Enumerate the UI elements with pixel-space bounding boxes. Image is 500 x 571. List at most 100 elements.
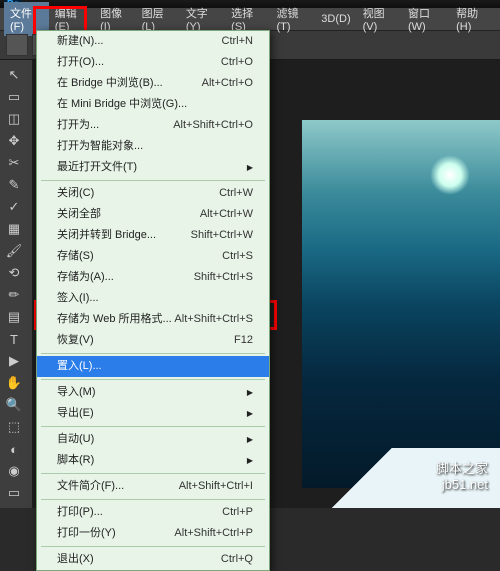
tool-17[interactable]: ◐ [2, 438, 26, 460]
tool-18[interactable]: ◉ [2, 460, 26, 482]
menu-item-shortcut: Ctrl+P [222, 505, 253, 520]
menu-separator [41, 180, 265, 181]
menu-separator [41, 473, 265, 474]
document-image [302, 120, 500, 488]
tools-panel: ↖▭◫✥✂✎✓▦🖌⟲✏▤T▶✋🔍⬚◐◉▭ [0, 60, 32, 508]
menu-item-13[interactable]: 签入(I)... [37, 288, 269, 309]
menu-item-label: 退出(X) [57, 552, 94, 567]
tool-1[interactable]: ▭ [2, 86, 26, 108]
menu-item-shortcut: Alt+Ctrl+O [202, 76, 253, 91]
menu-item-1[interactable]: 打开(O)... Ctrl+O [37, 52, 269, 73]
menu-item-9[interactable]: 关闭全部 Alt+Ctrl+W [37, 204, 269, 225]
menu-item-label: 打印(P)... [57, 505, 103, 520]
menu-item-5[interactable]: 打开为智能对象... [37, 136, 269, 157]
menu-item-shortcut: Alt+Shift+Ctrl+O [173, 118, 253, 133]
tool-8[interactable]: 🖌 [2, 240, 26, 262]
menu-item-0[interactable]: 新建(N)... Ctrl+N [37, 31, 269, 52]
menu-item-label: 脚本(R) [57, 453, 94, 468]
menu-item-28[interactable]: 打印一份(Y)Alt+Shift+Ctrl+P [37, 523, 269, 544]
tool-3[interactable]: ✥ [2, 130, 26, 152]
menu-item-shortcut: Ctrl+S [222, 249, 253, 264]
menu-item-label: 自动(U) [57, 432, 94, 447]
tool-14[interactable]: ✋ [2, 372, 26, 394]
menu-item-20[interactable]: 导出(E) [37, 403, 269, 424]
tool-13[interactable]: ▶ [2, 350, 26, 372]
menu-item-15[interactable]: 恢复(V)F12 [37, 330, 269, 351]
menu-item-label: 打开(O)... [57, 55, 104, 70]
watermark-line1: 脚本之家 [436, 458, 488, 477]
menu-item-label: 存储为 Web 所用格式... [57, 312, 172, 327]
menu-item-shortcut: Ctrl+W [219, 186, 253, 201]
menu-separator [41, 353, 265, 354]
menu-item-label: 存储为(A)... [57, 270, 114, 285]
watermark: 脚本之家 jb51.net [436, 458, 488, 492]
menu-item-10[interactable]: 关闭并转到 Bridge... Shift+Ctrl+W [37, 225, 269, 246]
menu-item-label: 最近打开文件(T) [57, 160, 137, 175]
menu-8[interactable]: 视图(V) [357, 2, 402, 36]
menu-item-12[interactable]: 存储为(A)... Shift+Ctrl+S [37, 267, 269, 288]
menu-item-8[interactable]: 关闭(C) Ctrl+W [37, 183, 269, 204]
menu-item-shortcut: Shift+Ctrl+W [191, 228, 253, 243]
tool-4[interactable]: ✂ [2, 152, 26, 174]
menu-item-label: 存储(S) [57, 249, 94, 264]
tool-12[interactable]: T [2, 328, 26, 350]
file-menu-dropdown: 新建(N)... Ctrl+N 打开(O)... Ctrl+O 在 Bridge 中浏览… [36, 30, 270, 571]
menu-item-label: 打开为... [57, 118, 99, 133]
menu-item-label: 在 Mini Bridge 中浏览(G)... [57, 97, 187, 112]
menu-9[interactable]: 窗口(W) [402, 2, 450, 36]
menu-separator [41, 426, 265, 427]
menu-item-label: 导入(M) [57, 385, 96, 400]
tool-10[interactable]: ✏ [2, 284, 26, 306]
menu-item-shortcut: Ctrl+N [222, 34, 253, 49]
tool-7[interactable]: ▦ [2, 218, 26, 240]
menu-6[interactable]: 滤镜(T) [271, 2, 316, 36]
menu-item-shortcut: F12 [234, 333, 253, 348]
menu-item-label: 打开为智能对象... [57, 139, 143, 154]
menu-item-22[interactable]: 自动(U) [37, 429, 269, 450]
tool-9[interactable]: ⟲ [2, 262, 26, 284]
tool-15[interactable]: 🔍 [2, 394, 26, 416]
menu-item-25[interactable]: 文件简介(F)... Alt+Shift+Ctrl+I [37, 476, 269, 497]
menu-separator [41, 546, 265, 547]
tool-0[interactable]: ↖ [2, 64, 26, 86]
tool-16[interactable]: ⬚ [2, 416, 26, 438]
menu-item-label: 在 Bridge 中浏览(B)... [57, 76, 163, 91]
menu-10[interactable]: 帮助(H) [450, 2, 496, 36]
menu-item-label: 置入(L)... [57, 359, 102, 374]
image-sun [430, 155, 470, 195]
menu-item-11[interactable]: 存储(S) Ctrl+S [37, 246, 269, 267]
menu-item-6[interactable]: 最近打开文件(T) [37, 157, 269, 178]
menu-item-label: 关闭并转到 Bridge... [57, 228, 156, 243]
menu-item-shortcut: Ctrl+O [221, 55, 253, 70]
menu-item-27[interactable]: 打印(P)... Ctrl+P [37, 502, 269, 523]
menu-item-2[interactable]: 在 Bridge 中浏览(B)... Alt+Ctrl+O [37, 73, 269, 94]
menu-separator [41, 379, 265, 380]
menu-item-label: 关闭(C) [57, 186, 94, 201]
menubar: 文件(F)编辑(E)图像(I)图层(L)文字(Y)选择(S)滤镜(T)3D(D)… [0, 8, 500, 30]
menu-item-label: 签入(I)... [57, 291, 99, 306]
tool-2[interactable]: ◫ [2, 108, 26, 130]
menu-item-shortcut: Alt+Shift+Ctrl+S [174, 312, 253, 327]
menu-item-4[interactable]: 打开为... Alt+Shift+Ctrl+O [37, 115, 269, 136]
tool-preset-icon[interactable] [6, 34, 28, 56]
menu-item-shortcut: Alt+Shift+Ctrl+P [174, 526, 253, 541]
tool-5[interactable]: ✎ [2, 174, 26, 196]
menu-item-label: 关闭全部 [57, 207, 101, 222]
menu-item-shortcut: Ctrl+Q [221, 552, 253, 567]
menu-item-23[interactable]: 脚本(R) [37, 450, 269, 471]
menu-item-shortcut: Alt+Ctrl+W [200, 207, 253, 222]
menu-item-shortcut: Alt+Shift+Ctrl+I [179, 479, 253, 494]
menu-7[interactable]: 3D(D) [315, 10, 356, 28]
tool-19[interactable]: ▭ [2, 482, 26, 504]
menu-item-3[interactable]: 在 Mini Bridge 中浏览(G)... [37, 94, 269, 115]
tool-6[interactable]: ✓ [2, 196, 26, 218]
menu-item-30[interactable]: 退出(X) Ctrl+Q [37, 549, 269, 570]
menu-item-19[interactable]: 导入(M) [37, 382, 269, 403]
watermark-line2: jb51.net [436, 477, 488, 492]
menu-item-shortcut: Shift+Ctrl+S [194, 270, 253, 285]
menu-item-label: 文件简介(F)... [57, 479, 124, 494]
menu-item-17[interactable]: 置入(L)... [37, 356, 269, 377]
menu-item-label: 新建(N)... [57, 34, 103, 49]
menu-item-14[interactable]: 存储为 Web 所用格式...Alt+Shift+Ctrl+S [37, 309, 269, 330]
tool-11[interactable]: ▤ [2, 306, 26, 328]
